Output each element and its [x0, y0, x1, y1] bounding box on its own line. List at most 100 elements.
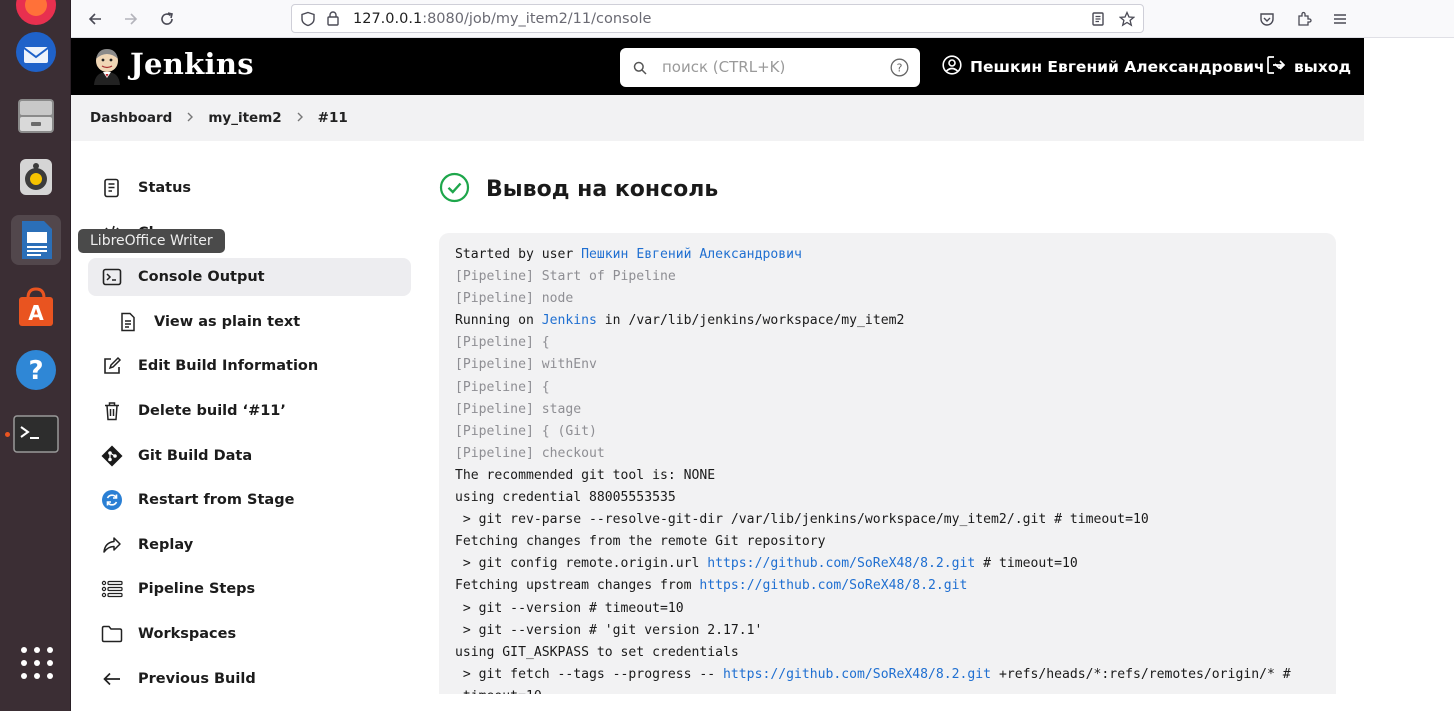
menu-icon[interactable]: [1329, 8, 1351, 30]
forward-icon[interactable]: [120, 8, 142, 30]
console-line: [Pipeline] Start of Pipeline: [455, 269, 676, 285]
software-center-icon[interactable]: A: [11, 281, 61, 331]
sidebar-item-label: Status: [138, 180, 192, 196]
sidebar: Status Changes Console Output View as pl…: [71, 141, 421, 711]
console-text: Started by user: [455, 247, 582, 262]
breadcrumb-chevron-icon: [296, 110, 304, 126]
console-line: [Pipeline] node: [455, 291, 574, 307]
console-text: Fetching upstream changes from: [455, 578, 700, 594]
show-apps-icon[interactable]: [21, 647, 53, 679]
console-line: The recommended git tool is: NONE: [455, 467, 716, 483]
terminal-app-icon[interactable]: [11, 409, 61, 459]
sidebar-item-view-plain-text[interactable]: View as plain text: [88, 303, 411, 341]
jenkins-logo-icon[interactable]: [89, 47, 125, 85]
console-line: [Pipeline] withEnv: [455, 357, 597, 373]
svg-text:?: ?: [897, 62, 903, 75]
sidebar-item-label: Delete build ‘#11’: [138, 403, 286, 419]
sidebar-item-label: Workspaces: [138, 626, 237, 642]
sidebar-item-label: Previous Build: [138, 671, 256, 687]
console-link[interactable]: Пешкин Евгений Александрович: [581, 247, 802, 262]
logout-label: выход: [1294, 58, 1351, 76]
reader-view-icon[interactable]: [1087, 8, 1109, 30]
arrow-left-icon: [100, 667, 124, 691]
console-line: [Pipeline] {: [455, 379, 550, 395]
sidebar-item-label: Restart from Stage: [138, 492, 295, 508]
jenkins-brand[interactable]: Jenkins: [130, 47, 254, 81]
logout-icon: [1266, 55, 1286, 79]
svg-text:?: ?: [28, 356, 43, 386]
search-input[interactable]: поиск (CTRL+K) ?: [620, 48, 920, 87]
console-link[interactable]: https://github.com/SoReX48/8.2.git: [699, 578, 967, 593]
breadcrumb-build[interactable]: #11: [318, 110, 348, 126]
console-line: > git --version # 'git version 2.17.1': [455, 622, 763, 638]
browser-toolbar: 127.0.0.1:8080/job/my_item2/11/console: [71, 0, 1454, 38]
console-text: # timeout=10: [975, 556, 1078, 572]
sidebar-item-console-output[interactable]: Console Output: [88, 258, 411, 296]
pocket-icon[interactable]: [1256, 8, 1278, 30]
console-text: > git fetch --tags --progress --: [455, 666, 724, 682]
list-icon: [100, 577, 124, 601]
files-icon[interactable]: [11, 90, 61, 140]
logout-link[interactable]: выход: [1266, 55, 1351, 79]
sidebar-item-replay[interactable]: Replay: [88, 526, 411, 564]
breadcrumb-job[interactable]: my_item2: [208, 110, 281, 126]
sidebar-item-git-build-data[interactable]: Git Build Data: [88, 437, 411, 475]
help-circle-icon[interactable]: ?: [890, 58, 909, 81]
help-icon[interactable]: ?: [11, 345, 61, 395]
sidebar-item-restart-from-stage[interactable]: Restart from Stage: [88, 481, 411, 519]
plain-text-icon: [116, 310, 140, 334]
firefox-icon[interactable]: [11, 0, 61, 30]
shield-icon[interactable]: [297, 8, 319, 30]
rhythmbox-icon[interactable]: [11, 152, 61, 202]
console-text: +refs/heads/*:refs/remotes/origin/* #: [991, 666, 1291, 682]
url-bar[interactable]: 127.0.0.1:8080/job/my_item2/11/console: [291, 4, 1144, 33]
terminal-icon: [100, 265, 124, 289]
console-lines: Started by user Пешкин Евгений Александр…: [455, 244, 1320, 708]
sidebar-item-status[interactable]: Status: [88, 169, 411, 207]
console-line: [Pipeline] { (Git): [455, 423, 597, 439]
sidebar-item-edit-build-information[interactable]: Edit Build Information: [88, 347, 411, 385]
edit-icon: [100, 354, 124, 378]
console-line: Fetching upstream changes from https://g…: [455, 575, 1320, 597]
sidebar-item-previous-build[interactable]: Previous Build: [88, 660, 411, 698]
url-text: 127.0.0.1:8080/job/my_item2/11/console: [353, 11, 652, 27]
console-line: > git --version # timeout=10: [455, 600, 684, 616]
console-text: > git config remote.origin.url: [455, 556, 708, 572]
user-name[interactable]: Пешкин Евгений Александрович: [970, 58, 1265, 76]
site-info-icon[interactable]: [322, 8, 344, 30]
sidebar-item-label: Console Output: [138, 269, 265, 285]
search-placeholder: поиск (CTRL+K): [662, 58, 786, 76]
page-heading: Вывод на консоль: [439, 172, 718, 207]
bookmark-star-icon[interactable]: [1116, 8, 1138, 30]
breadcrumb-bar: Dashboard my_item2 #11: [71, 95, 1364, 141]
breadcrumb-dashboard[interactable]: Dashboard: [90, 110, 172, 126]
console-line: [Pipeline] stage: [455, 401, 582, 417]
reload-icon[interactable]: [156, 8, 178, 30]
console-text: in /var/lib/jenkins/workspace/my_item2: [596, 313, 905, 329]
page-title: Вывод на консоль: [486, 177, 719, 202]
console-line: > git config remote.origin.url https://g…: [455, 553, 1320, 575]
console-line: [Pipeline] {: [455, 335, 550, 351]
libreoffice-writer-icon[interactable]: [11, 215, 61, 265]
console-line: [Pipeline] checkout: [455, 445, 605, 461]
user-menu[interactable]: Пешкин Евгений Александрович: [942, 55, 1285, 79]
console-link[interactable]: Jenkins: [542, 313, 597, 328]
console-line: > git fetch --tags --progress -- https:/…: [455, 664, 1320, 686]
folder-icon: [100, 622, 124, 646]
console-output[interactable]: Started by user Пешкин Евгений Александр…: [439, 233, 1336, 711]
sidebar-item-pipeline-steps[interactable]: Pipeline Steps: [88, 570, 411, 608]
ubuntu-dock: LibreOffice Writer A ?: [0, 0, 225, 711]
sidebar-item-delete-build[interactable]: Delete build ‘#11’: [88, 392, 411, 430]
console-text: Running on: [455, 313, 542, 329]
console-link[interactable]: https://github.com/SoReX48/8.2.git: [723, 667, 991, 682]
sidebar-item-label: Pipeline Steps: [138, 581, 256, 597]
sidebar-item-label: Git Build Data: [138, 448, 253, 464]
console-link[interactable]: https://github.com/SoReX48/8.2.git: [707, 556, 975, 571]
sidebar-item-workspaces[interactable]: Workspaces: [88, 615, 411, 653]
thunderbird-icon[interactable]: [11, 27, 61, 77]
extensions-icon[interactable]: [1293, 8, 1315, 30]
back-icon[interactable]: [84, 8, 106, 30]
document-icon: [100, 176, 124, 200]
breadcrumb-chevron-icon: [186, 110, 194, 126]
console-line: using GIT_ASKPASS to set credentials: [455, 644, 739, 660]
